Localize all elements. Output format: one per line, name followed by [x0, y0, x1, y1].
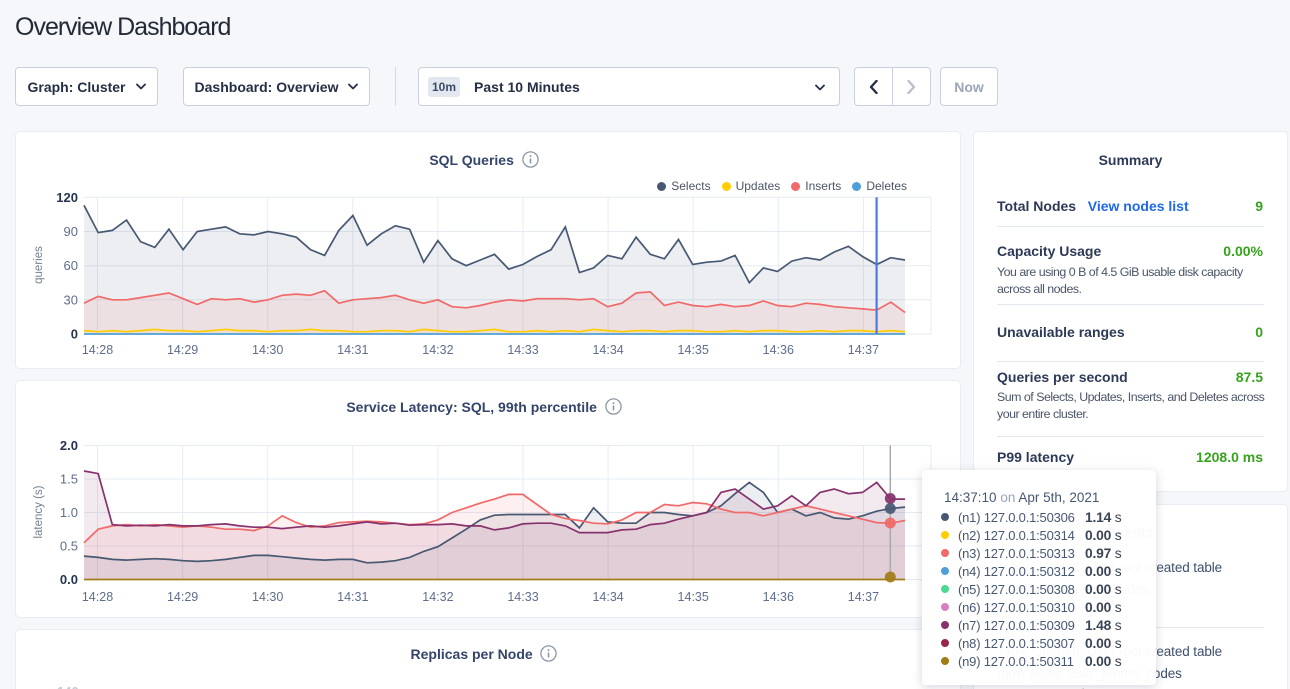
- svg-text:14:36: 14:36: [763, 590, 794, 604]
- svg-text:14:35: 14:35: [678, 343, 709, 357]
- svg-text:60: 60: [64, 258, 78, 273]
- svg-text:0.5: 0.5: [60, 539, 78, 554]
- svg-text:14:33: 14:33: [507, 590, 538, 604]
- svg-text:14:28: 14:28: [82, 343, 113, 357]
- svg-text:120: 120: [56, 190, 78, 205]
- svg-text:14:31: 14:31: [337, 590, 368, 604]
- svg-text:14:28: 14:28: [82, 590, 113, 604]
- svg-text:14:32: 14:32: [422, 343, 453, 357]
- svg-text:14:30: 14:30: [252, 590, 283, 604]
- svg-text:14:31: 14:31: [337, 343, 368, 357]
- svg-text:14:29: 14:29: [167, 590, 198, 604]
- svg-text:14:30: 14:30: [252, 343, 283, 357]
- svg-text:14:33: 14:33: [507, 343, 538, 357]
- svg-text:14:29: 14:29: [167, 343, 198, 357]
- svg-text:14:35: 14:35: [678, 590, 709, 604]
- svg-text:1.5: 1.5: [60, 472, 78, 487]
- svg-text:queries: queries: [33, 246, 45, 284]
- svg-text:14:36: 14:36: [763, 343, 794, 357]
- svg-text:14:34: 14:34: [592, 590, 623, 604]
- svg-text:30: 30: [64, 292, 78, 307]
- svg-text:2.0: 2.0: [60, 438, 78, 453]
- svg-text:0: 0: [71, 327, 78, 342]
- svg-text:90: 90: [64, 224, 78, 239]
- svg-text:14:32: 14:32: [422, 590, 453, 604]
- svg-text:14:34: 14:34: [592, 343, 623, 357]
- svg-text:14:37: 14:37: [848, 343, 879, 357]
- svg-text:0.0: 0.0: [60, 572, 78, 587]
- svg-text:14:37: 14:37: [848, 590, 879, 604]
- svg-text:latency (s): latency (s): [33, 485, 45, 538]
- svg-text:1.0: 1.0: [60, 505, 78, 520]
